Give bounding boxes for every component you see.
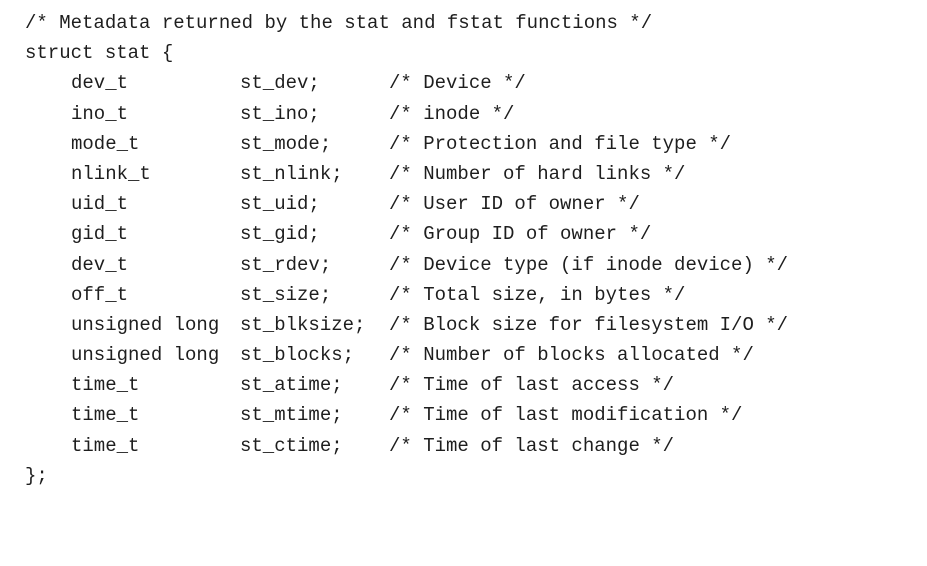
field-name: st_size; bbox=[240, 283, 332, 306]
field-type: time_t bbox=[71, 404, 140, 427]
struct-field: ino_t st_ino; /* inode */ bbox=[25, 99, 788, 129]
field-comment: /* Block size for filesystem I/O */ bbox=[389, 313, 789, 336]
field-comment: /* Device */ bbox=[389, 72, 526, 95]
field-type: time_t bbox=[71, 374, 140, 397]
struct-field: time_t st_ctime; /* Time of last change */ bbox=[25, 431, 788, 461]
field-type: unsigned long bbox=[71, 344, 220, 367]
struct-field: nlink_t st_nlink; /* Number of hard links … bbox=[25, 159, 788, 189]
field-name: st_nlink; bbox=[240, 162, 343, 185]
field-name: st_mode; bbox=[240, 132, 332, 155]
struct-close: }; bbox=[25, 464, 48, 487]
struct-field: dev_t st_rdev; /* Device type (if inode de… bbox=[25, 250, 788, 280]
field-name: st_uid; bbox=[240, 193, 320, 216]
field-name: st_ino; bbox=[240, 102, 320, 125]
field-comment: /* Time of last modification */ bbox=[389, 404, 743, 427]
field-name: st_blocks; bbox=[240, 344, 355, 367]
field-comment: /* Time of last access */ bbox=[389, 374, 675, 397]
field-type: unsigned long bbox=[71, 313, 220, 336]
struct-field: unsigned long st_blksize; /* Block size fo… bbox=[25, 310, 788, 340]
field-comment: /* Number of blocks allocated */ bbox=[389, 344, 754, 367]
field-type: time_t bbox=[71, 434, 140, 457]
field-type: off_t bbox=[71, 283, 129, 306]
field-name: st_blksize; bbox=[240, 313, 366, 336]
field-comment: /* Group ID of owner */ bbox=[389, 223, 652, 246]
field-name: st_rdev; bbox=[240, 253, 332, 276]
field-type: ino_t bbox=[71, 102, 129, 125]
field-type: gid_t bbox=[71, 223, 129, 246]
field-comment: /* Time of last change */ bbox=[389, 434, 675, 457]
field-comment: /* Number of hard links */ bbox=[389, 162, 686, 185]
struct-field: off_t st_size; /* Total size, in bytes */ bbox=[25, 280, 788, 310]
field-comment: /* inode */ bbox=[389, 102, 515, 125]
struct-open: struct stat { bbox=[25, 42, 174, 65]
field-name: st_gid; bbox=[240, 223, 320, 246]
field-name: st_mtime; bbox=[240, 404, 343, 427]
field-comment: /* User ID of owner */ bbox=[389, 193, 640, 216]
field-name: st_dev; bbox=[240, 72, 320, 95]
struct-field: unsigned long st_blocks; /* Number of bloc… bbox=[25, 340, 788, 370]
field-name: st_atime; bbox=[240, 374, 343, 397]
struct-fields: dev_t st_dev; /* Device */ ino_t st_ino; /* i… bbox=[25, 68, 788, 460]
field-type: mode_t bbox=[71, 132, 140, 155]
code-listing: /* Metadata returned by the stat and fst… bbox=[25, 8, 788, 491]
field-type: nlink_t bbox=[71, 162, 151, 185]
header-comment: /* Metadata returned by the stat and fst… bbox=[25, 12, 653, 34]
struct-field: uid_t st_uid; /* User ID of owner */ bbox=[25, 189, 788, 219]
struct-field: time_t st_atime; /* Time of last access */ bbox=[25, 370, 788, 400]
field-type: uid_t bbox=[71, 193, 129, 216]
field-name: st_ctime; bbox=[240, 434, 343, 457]
field-type: dev_t bbox=[71, 253, 129, 276]
field-comment: /* Total size, in bytes */ bbox=[389, 283, 686, 306]
struct-field: time_t st_mtime; /* Time of last modificat… bbox=[25, 400, 788, 430]
field-comment: /* Device type (if inode device) */ bbox=[389, 253, 789, 276]
struct-field: gid_t st_gid; /* Group ID of owner */ bbox=[25, 219, 788, 249]
field-type: dev_t bbox=[71, 72, 129, 95]
struct-field: mode_t st_mode; /* Protection and file typ… bbox=[25, 129, 788, 159]
field-comment: /* Protection and file type */ bbox=[389, 132, 732, 155]
struct-field: dev_t st_dev; /* Device */ bbox=[25, 68, 788, 98]
